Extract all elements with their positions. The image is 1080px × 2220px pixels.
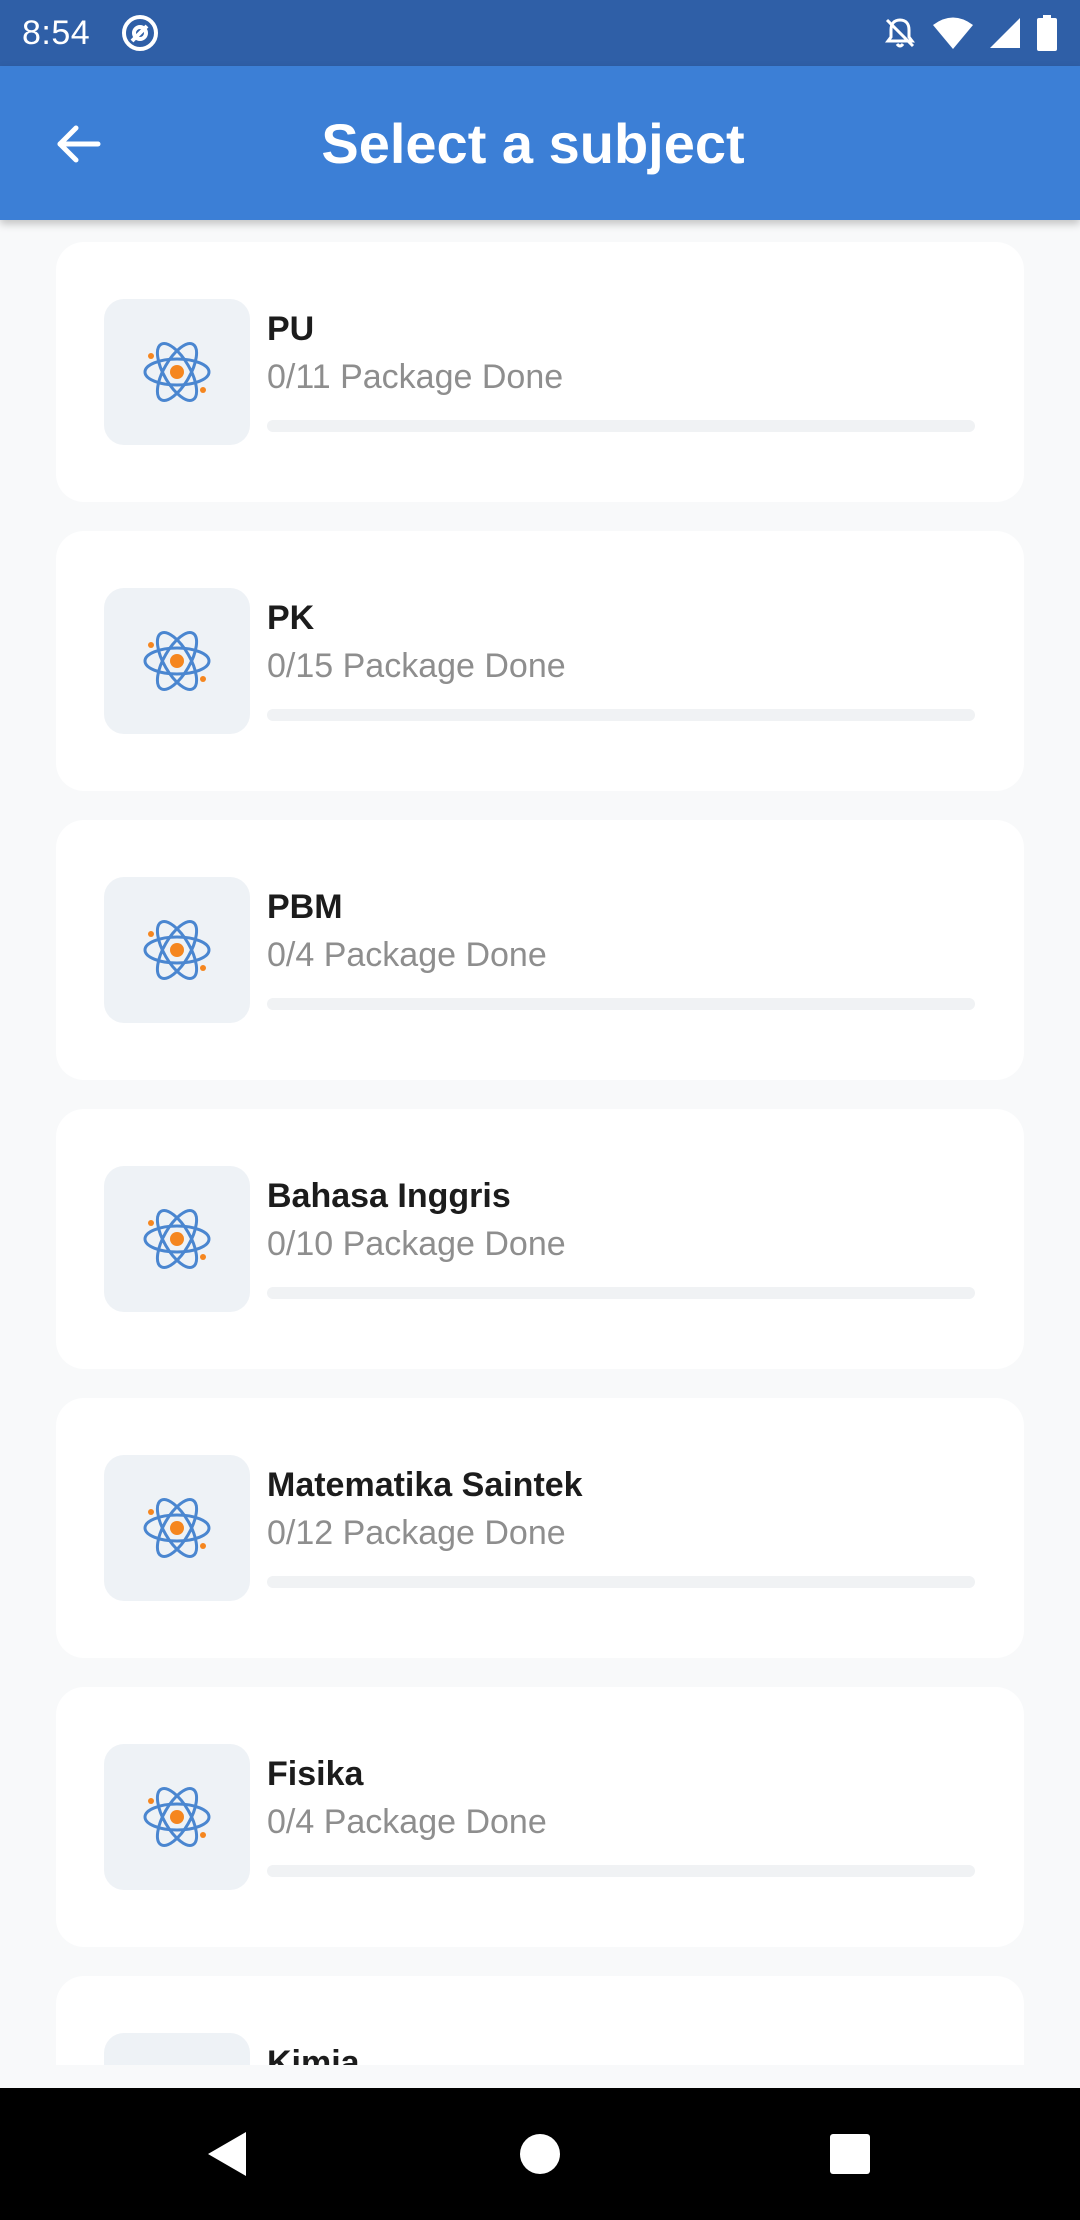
status-bar: 8:54	[0, 0, 1080, 66]
subject-card-bahasa-inggris[interactable]: Bahasa Inggris 0/10 Package Done	[56, 1109, 1024, 1369]
subject-name: PBM	[267, 888, 343, 926]
atom-icon	[143, 920, 211, 980]
back-triangle-icon	[208, 2132, 246, 2176]
subject-name: Kimia	[267, 2044, 360, 2065]
subject-card-kimia[interactable]: Kimia	[56, 1976, 1024, 2065]
subject-card-matematika-saintek[interactable]: Matematika Saintek 0/12 Package Done	[56, 1398, 1024, 1658]
subject-card-pu[interactable]: PU 0/11 Package Done	[56, 242, 1024, 502]
subject-card-fisika[interactable]: Fisika 0/4 Package Done	[56, 1687, 1024, 1947]
atom-icon	[143, 631, 211, 691]
subject-card-pbm[interactable]: PBM 0/4 Package Done	[56, 820, 1024, 1080]
atom-icon	[143, 1498, 211, 1558]
atom-icon	[143, 1787, 211, 1847]
subject-name: PU	[267, 310, 315, 348]
subject-icon-box	[104, 1455, 250, 1601]
progress-bar	[267, 1865, 975, 1877]
status-icons	[882, 15, 1058, 51]
subject-name: Bahasa Inggris	[267, 1177, 511, 1215]
status-time: 8:54	[22, 13, 91, 52]
subject-icon-box	[104, 1166, 250, 1312]
progress-bar	[267, 998, 975, 1010]
at-sign-circle-icon	[120, 13, 160, 53]
progress-bar	[267, 1287, 975, 1299]
nav-back-button[interactable]	[186, 2114, 266, 2194]
nav-recents-button[interactable]	[810, 2114, 890, 2194]
subject-list[interactable]: PU 0/11 Package Done PK 0/15 Package Don…	[0, 220, 1080, 2065]
battery-icon	[1036, 15, 1058, 51]
subject-icon-box	[104, 2033, 250, 2065]
subject-name: Fisika	[267, 1755, 364, 1793]
screen: 8:54 Select a subject PU 0/11 Package Do…	[0, 0, 1080, 2220]
app-bar: Select a subject	[0, 66, 1080, 220]
subject-icon-box	[104, 588, 250, 734]
subject-name: PK	[267, 599, 315, 637]
recents-square-icon	[830, 2134, 870, 2174]
wifi-icon	[932, 16, 974, 50]
progress-bar	[267, 709, 975, 721]
subject-progress-text: 0/15 Package Done	[267, 647, 566, 685]
subject-progress-text: 0/10 Package Done	[267, 1225, 566, 1263]
navigation-bar	[0, 2088, 1080, 2220]
subject-progress-text: 0/4 Package Done	[267, 936, 547, 974]
atom-icon	[143, 1209, 211, 1269]
cell-signal-icon	[988, 16, 1022, 50]
subject-progress-text: 0/12 Package Done	[267, 1514, 566, 1552]
bell-off-icon	[882, 15, 918, 51]
subject-progress-text: 0/4 Package Done	[267, 1803, 547, 1841]
subject-name: Matematika Saintek	[267, 1466, 583, 1504]
home-circle-icon	[520, 2134, 560, 2174]
progress-bar	[267, 420, 975, 432]
atom-icon	[143, 342, 211, 402]
subject-icon-box	[104, 1744, 250, 1890]
nav-home-button[interactable]	[500, 2114, 580, 2194]
subject-icon-box	[104, 877, 250, 1023]
subject-icon-box	[104, 299, 250, 445]
subject-progress-text: 0/11 Package Done	[267, 358, 564, 396]
page-title: Select a subject	[321, 111, 745, 175]
subject-card-pk[interactable]: PK 0/15 Package Done	[56, 531, 1024, 791]
progress-bar	[267, 1576, 975, 1588]
